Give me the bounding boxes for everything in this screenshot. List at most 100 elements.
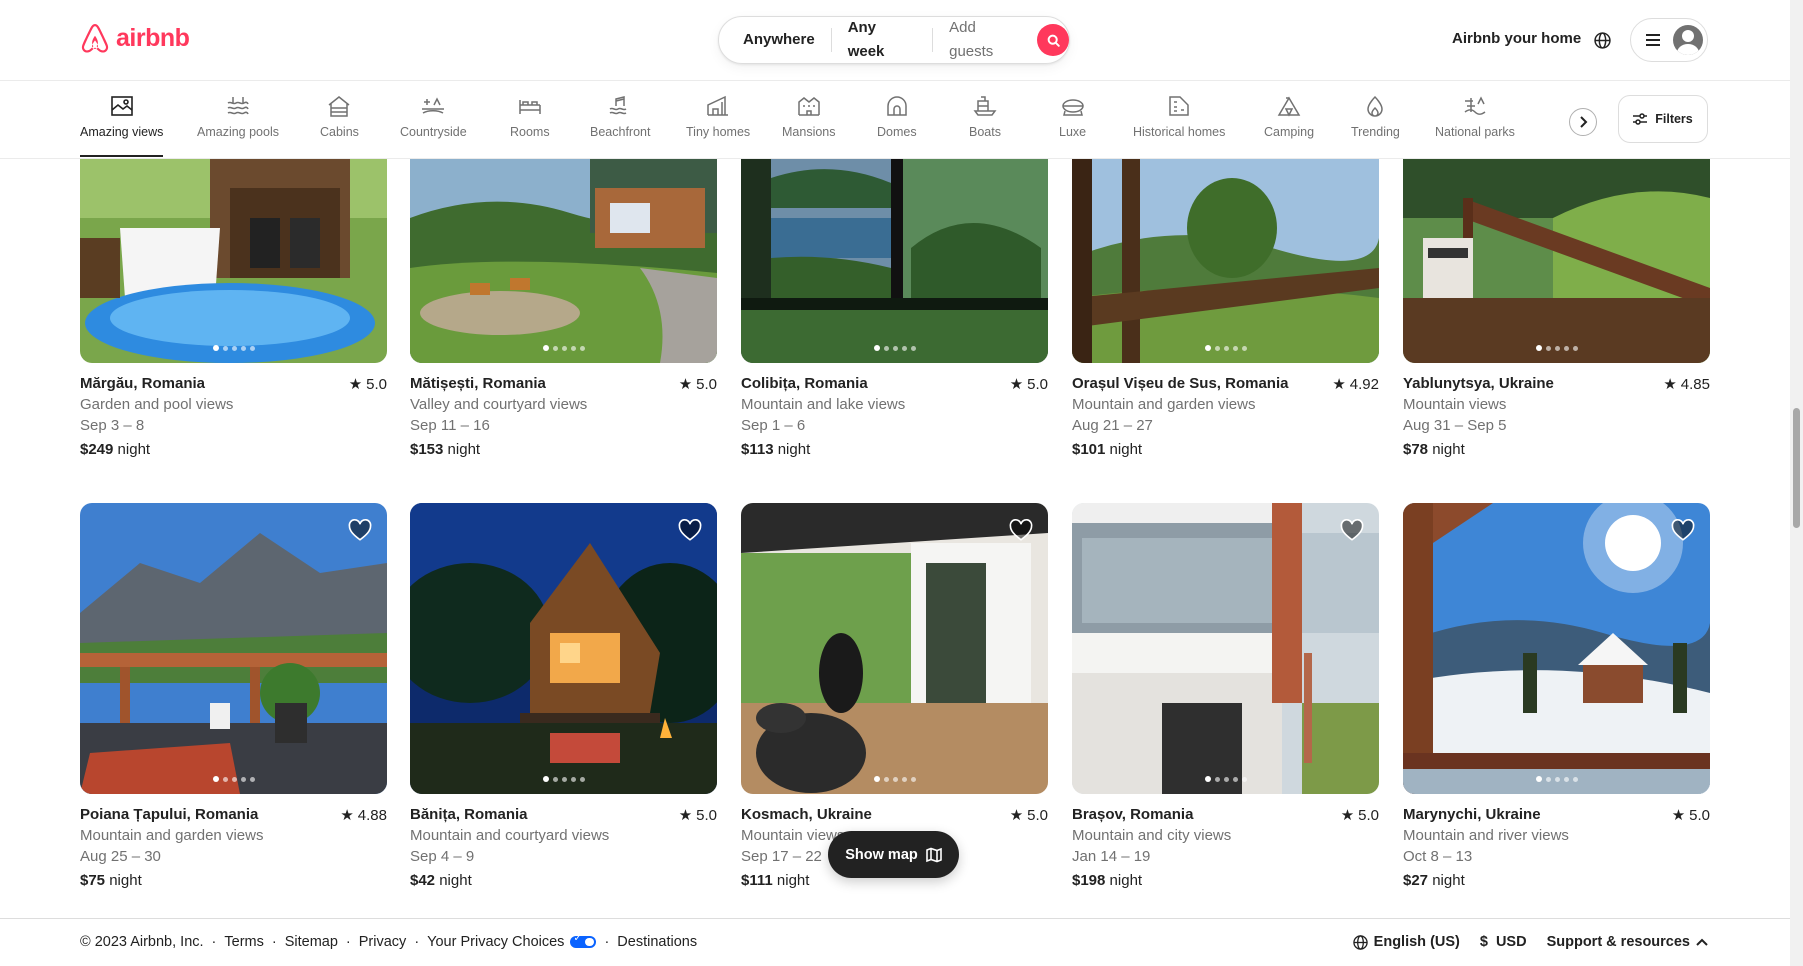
search-location-button[interactable]: Anywhere <box>743 28 831 52</box>
category-national-parks[interactable]: National parks <box>1435 93 1515 139</box>
listing-photo[interactable] <box>1403 158 1710 363</box>
listing-photo[interactable] <box>1072 503 1379 794</box>
price-unit: night <box>109 872 142 889</box>
category-amazing-pools[interactable]: Amazing pools <box>197 93 279 139</box>
listing-card[interactable]: Poiana Țapului, Romania ★ 4.88 Mountain a… <box>80 503 387 889</box>
heart-icon[interactable] <box>677 517 703 543</box>
rating-value: 5.0 <box>696 375 717 393</box>
listing-price: $27 night <box>1403 872 1710 889</box>
rating-value: 5.0 <box>1027 375 1048 393</box>
listing-card[interactable]: Bănița, Romania ★ 5.0 Mountain and courty… <box>410 503 717 889</box>
price-amount: $153 <box>410 441 444 458</box>
category-luxe[interactable]: Luxe <box>1059 93 1086 139</box>
category-amazing-views[interactable]: Amazing views <box>80 93 164 157</box>
listing-location: Yablunytsya, Ukraine <box>1403 375 1554 392</box>
price-unit: night <box>117 441 151 458</box>
separator: · <box>211 934 217 950</box>
heart-icon[interactable] <box>1008 517 1034 543</box>
listing-photo[interactable] <box>80 158 387 363</box>
price-amount: $198 <box>1072 872 1106 889</box>
category-mansions[interactable]: Mansions <box>782 93 836 139</box>
price-amount: $249 <box>80 441 114 458</box>
star-icon: ★ <box>678 807 693 824</box>
listing-photo[interactable] <box>1072 158 1379 363</box>
footer-link-terms[interactable]: Terms <box>224 934 263 950</box>
listing-price: $75 night <box>80 872 387 889</box>
category-beachfront[interactable]: Beachfront <box>590 93 650 139</box>
footer-link-privacy-choices[interactable]: Your Privacy Choices <box>427 933 597 950</box>
heart-icon[interactable] <box>347 517 373 543</box>
support-resources-button[interactable]: Support & resources <box>1547 934 1708 950</box>
category-label: Camping <box>1264 125 1315 139</box>
footer-link-privacy[interactable]: Privacy <box>359 934 407 950</box>
carousel-dots[interactable] <box>542 345 585 351</box>
listing-card[interactable]: Orașul Vișeu de Sus, Romania ★ 4.92 Mount… <box>1072 158 1379 458</box>
listing-card[interactable]: Colibița, Romania ★ 5.0 Mountain and lake… <box>741 158 1048 458</box>
carousel-dots[interactable] <box>1535 776 1578 782</box>
category-countryside[interactable]: Countryside <box>400 93 467 139</box>
listing-dates: Aug 25 – 30 <box>80 848 161 865</box>
listing-card[interactable]: Mărgău, Romania ★ 5.0 Garden and pool vie… <box>80 158 387 458</box>
category-camping[interactable]: Camping <box>1264 93 1314 139</box>
carousel-dots[interactable] <box>1204 345 1247 351</box>
cabin-icon <box>328 96 350 117</box>
category-scroll-next-button[interactable] <box>1569 108 1597 136</box>
heart-icon[interactable] <box>1339 517 1365 543</box>
listing-location: Brașov, Romania <box>1072 806 1194 823</box>
footer-link-destinations[interactable]: Destinations <box>617 934 697 950</box>
airbnb-your-home-link[interactable]: Airbnb your home <box>1452 30 1581 47</box>
language-button[interactable]: English (US) <box>1352 934 1460 950</box>
filters-icon <box>1633 113 1648 125</box>
listing-card[interactable]: Marynychi, Ukraine ★ 5.0 Mountain and riv… <box>1403 503 1710 889</box>
search-bar[interactable]: Anywhere Any week Add guests <box>718 16 1070 64</box>
listing-photo[interactable] <box>1403 503 1710 794</box>
search-dates-button[interactable]: Any week <box>832 16 932 64</box>
heart-icon[interactable] <box>1670 517 1696 543</box>
show-map-button[interactable]: Show map <box>828 831 959 878</box>
scrollbar-thumb[interactable] <box>1793 408 1800 528</box>
carousel-dots[interactable] <box>873 345 916 351</box>
currency-button[interactable]: $ USD <box>1480 934 1527 950</box>
listing-description: Mountain views <box>1403 396 1507 413</box>
price-unit: night <box>777 441 811 458</box>
pool-icon <box>227 97 249 115</box>
countryside-icon <box>422 97 445 114</box>
category-boats[interactable]: Boats <box>969 93 1001 139</box>
category-tiny-homes[interactable]: Tiny homes <box>686 93 750 139</box>
listing-card[interactable]: Mătișești, Romania ★ 5.0 Valley and court… <box>410 158 717 458</box>
carousel-dots[interactable] <box>873 776 916 782</box>
category-historical-homes[interactable]: Historical homes <box>1133 93 1225 139</box>
listing-description: Mountain and lake views <box>741 396 906 413</box>
user-menu-button[interactable] <box>1630 18 1708 62</box>
listing-price: $101 night <box>1072 441 1379 458</box>
filters-button[interactable]: Filters <box>1618 95 1708 143</box>
carousel-dots[interactable] <box>1204 776 1247 782</box>
listing-photo[interactable] <box>741 503 1048 794</box>
airbnb-logo[interactable]: airbnb <box>80 22 190 54</box>
category-label: Amazing pools <box>197 125 279 139</box>
listing-card[interactable]: Yablunytsya, Ukraine ★ 4.85 Mountain view… <box>1403 158 1710 458</box>
search-guests-button[interactable]: Add guests <box>933 16 1035 64</box>
dome-icon <box>887 96 907 116</box>
carousel-dots[interactable] <box>212 776 255 782</box>
listing-photo[interactable] <box>80 503 387 794</box>
category-domes[interactable]: Domes <box>877 93 917 139</box>
carousel-dots[interactable] <box>1535 345 1578 351</box>
globe-icon <box>1352 934 1368 950</box>
category-trending[interactable]: Trending <box>1351 93 1400 139</box>
listing-card[interactable]: Brașov, Romania ★ 5.0 Mountain and city v… <box>1072 503 1379 889</box>
rating-value: 4.85 <box>1680 375 1710 393</box>
footer-link-sitemap[interactable]: Sitemap <box>285 934 338 950</box>
chevron-up-icon <box>1696 938 1708 946</box>
carousel-dots[interactable] <box>212 345 255 351</box>
carousel-dots[interactable] <box>542 776 585 782</box>
category-cabins[interactable]: Cabins <box>320 93 359 139</box>
listing-photo[interactable] <box>410 503 717 794</box>
listing-photo[interactable] <box>741 158 1048 363</box>
listing-description: Garden and pool views <box>80 396 234 413</box>
search-button[interactable] <box>1037 24 1069 56</box>
listing-image <box>1072 503 1379 794</box>
category-rooms[interactable]: Rooms <box>510 93 550 139</box>
globe-icon[interactable] <box>1591 29 1613 51</box>
listing-photo[interactable] <box>410 158 717 363</box>
